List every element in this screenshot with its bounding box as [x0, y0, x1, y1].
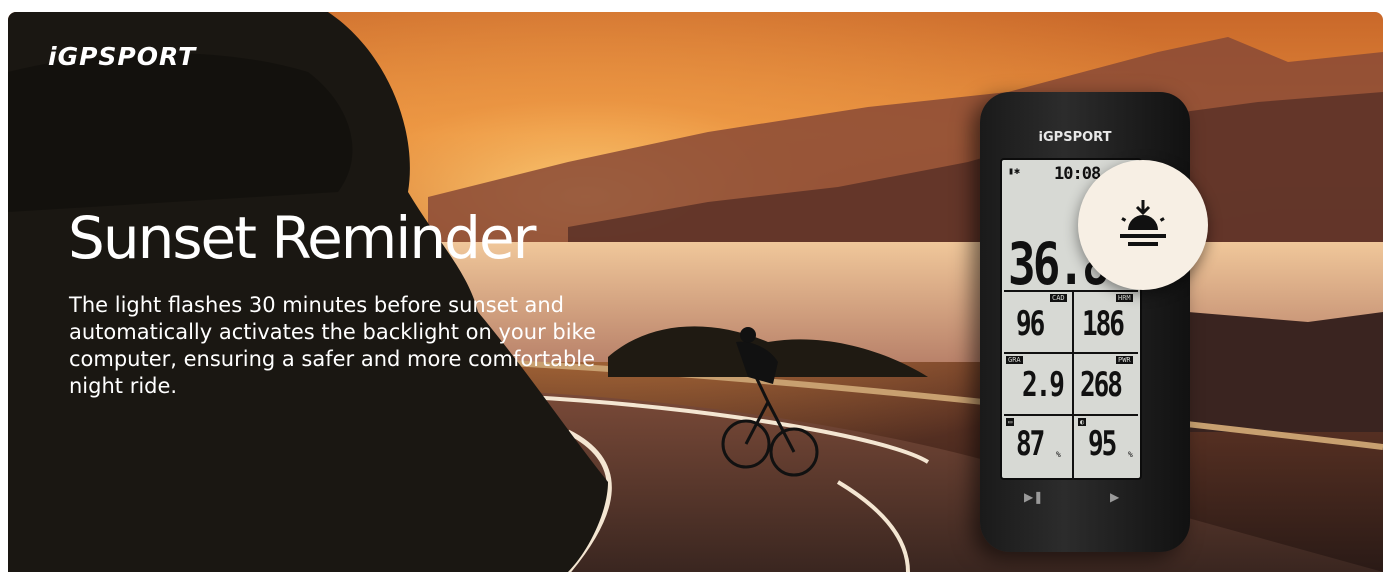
field-unit-light: %	[1128, 450, 1133, 459]
divider	[1004, 352, 1138, 354]
divider	[1004, 290, 1138, 292]
field-unit-battery: %	[1056, 450, 1061, 459]
screen-time: 10:08	[1054, 164, 1101, 184]
field-label-pwr: PWR	[1116, 356, 1133, 364]
field-value-gra: 2.9	[1022, 366, 1065, 405]
hero-banner: iGPSPORT Sunset Reminder The light flash…	[8, 12, 1383, 572]
field-label-hrm: HRM	[1116, 294, 1133, 302]
sunset-icon	[1120, 200, 1166, 246]
page-title: Sunset Reminder	[68, 204, 537, 272]
field-value-light: 95	[1088, 425, 1117, 464]
brand-logo[interactable]: iGPSPORT	[48, 42, 196, 71]
device-brand: iGPSPORT	[1038, 130, 1112, 145]
divider	[1072, 290, 1074, 480]
divider	[1004, 414, 1138, 416]
field-value-cad: 96	[1016, 305, 1045, 344]
field-value-battery: 87	[1016, 425, 1045, 464]
signal-icon: ▮✱	[1008, 166, 1021, 177]
play-pause-icon[interactable]: ▶❚	[1024, 490, 1043, 504]
battery-icon: ▭	[1006, 418, 1015, 426]
chevron-right-icon[interactable]: ▶	[1110, 490, 1119, 504]
light-icon: ◐	[1078, 418, 1087, 426]
field-label-cad: CAD	[1050, 294, 1067, 302]
feature-description: The light flashes 30 minutes before suns…	[69, 293, 596, 398]
field-value-pwr: 268	[1080, 366, 1123, 405]
sunset-callout	[1078, 160, 1208, 290]
field-label-gra: GRA	[1006, 356, 1023, 364]
field-value-hrm: 186	[1082, 305, 1125, 344]
